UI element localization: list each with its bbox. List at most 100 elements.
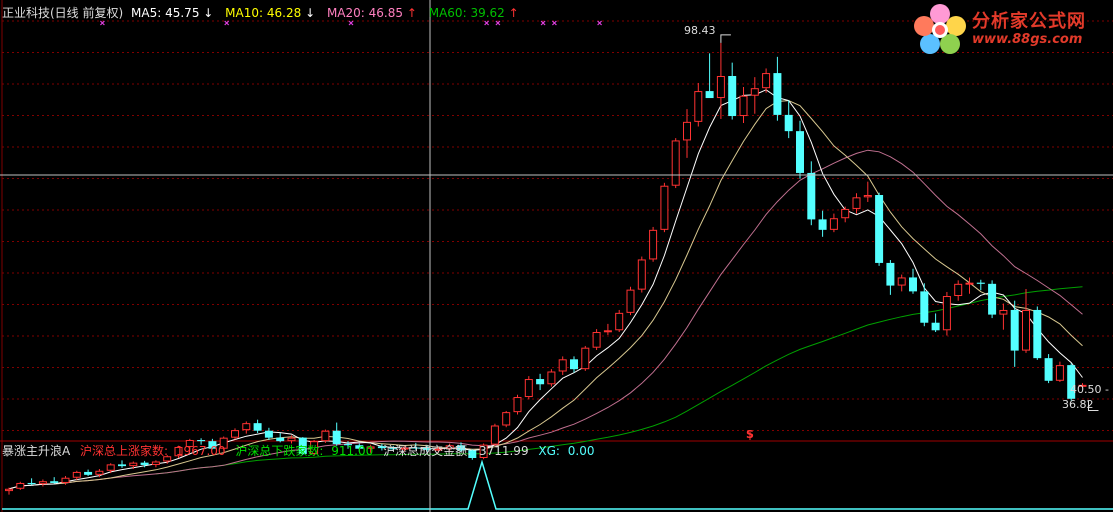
candle-body — [796, 131, 804, 173]
down-count-value: 911.00 — [331, 444, 374, 458]
candle-up — [615, 309, 624, 333]
candle-body — [276, 437, 285, 442]
candle-body — [570, 359, 578, 370]
candle-body — [502, 412, 511, 426]
candle-body — [920, 291, 929, 323]
candle-body — [660, 185, 669, 230]
candle-body — [841, 208, 850, 219]
candle-body — [716, 75, 725, 99]
up-count-value: 1967.00 — [175, 444, 226, 458]
candle-body — [547, 371, 556, 385]
main-grid — [0, 0, 1113, 512]
ma10-value: 46.28 — [266, 6, 302, 20]
candle-up — [490, 423, 499, 446]
main-header: 正业科技(日线 前复权) MA5: 45.75 ↓ MA10: 46.28 ↓ … — [2, 6, 519, 20]
candle-up — [502, 410, 511, 428]
candle-body — [231, 430, 239, 438]
candle-down — [875, 192, 884, 266]
candle-body — [818, 219, 827, 230]
candle-body — [852, 197, 861, 209]
candle-body — [626, 289, 635, 313]
down-count-label: 沪深总下跌家数: — [235, 444, 324, 458]
signal-s-marker: S — [746, 428, 754, 441]
candle-down — [1044, 354, 1053, 384]
candle-body — [592, 332, 601, 348]
stock-title: 正业科技(日线 前复权) — [2, 6, 124, 20]
candle-body — [615, 312, 624, 331]
candle-body — [965, 282, 974, 285]
candle-body — [999, 309, 1008, 315]
xg-value: 0.00 — [567, 444, 595, 458]
logo-title: 分析家公式网 — [972, 11, 1086, 32]
candle-body — [151, 461, 160, 465]
candle-body — [50, 481, 59, 483]
candle-body — [72, 471, 81, 478]
candle-up — [626, 286, 635, 316]
candle-body — [197, 440, 206, 442]
stock-chart[interactable] — [0, 0, 1113, 512]
ma60-value: 39.62 — [470, 6, 505, 20]
ma20-value: 46.85 — [368, 6, 404, 20]
ma60-arrow: ↑ — [508, 6, 519, 20]
candle-up — [581, 345, 590, 371]
candle-body — [603, 330, 612, 333]
candle-body — [988, 283, 997, 315]
low-price-label: 36.82 — [1062, 398, 1094, 411]
candle-body — [513, 397, 522, 413]
candle-body — [1033, 309, 1042, 359]
candle-body — [886, 262, 895, 286]
candle-body — [581, 347, 590, 370]
candle-body — [807, 172, 816, 220]
candle-body — [84, 471, 93, 475]
candle-body — [897, 277, 906, 286]
candle-body — [140, 462, 149, 465]
candle-body — [287, 437, 296, 442]
candle-up — [513, 394, 522, 415]
candle-up — [592, 329, 601, 351]
candle-body — [524, 379, 533, 398]
candle-body — [1044, 358, 1053, 381]
candle-body — [637, 259, 646, 290]
candle-up — [637, 256, 646, 293]
high-price-label: 98.43 — [684, 24, 716, 37]
candle-up — [649, 226, 658, 262]
candle-body — [683, 121, 691, 141]
candle-body — [558, 359, 567, 372]
xg-label: XG: — [538, 444, 560, 458]
candle-up — [671, 138, 680, 189]
candle-up — [547, 369, 556, 387]
candle-body — [5, 488, 13, 492]
candle-body — [264, 430, 273, 438]
ma20-arrow: ↑ — [406, 6, 417, 20]
candle-body — [332, 430, 341, 445]
candle-body — [773, 73, 782, 115]
candle-body — [106, 464, 115, 471]
candle-body — [739, 95, 748, 117]
candle-body — [671, 140, 680, 186]
ma5-value: 45.75 — [165, 6, 200, 20]
candle-body — [705, 91, 714, 99]
candle-body — [253, 423, 262, 431]
candle-body — [976, 282, 985, 284]
candle-up — [942, 291, 951, 336]
candle-up — [16, 481, 25, 490]
candle-body — [863, 195, 872, 198]
ma20-label: MA20: — [326, 6, 365, 20]
candle-body — [16, 482, 25, 489]
candle-body — [875, 195, 884, 263]
candle-body — [784, 114, 793, 132]
candle-body — [909, 277, 917, 292]
candle-down — [1033, 306, 1042, 360]
candle-body — [27, 482, 36, 485]
candle-body — [954, 283, 963, 297]
candle-body — [829, 218, 838, 230]
candle-body — [942, 296, 951, 331]
candle-body — [242, 423, 251, 431]
candle-down — [988, 280, 997, 319]
candle-body — [118, 464, 126, 467]
candle-body — [129, 462, 138, 467]
candle-up — [660, 182, 669, 233]
candle-body — [61, 477, 70, 483]
logo-url: www.88gs.com — [972, 32, 1083, 47]
chart-background — [0, 0, 1113, 512]
